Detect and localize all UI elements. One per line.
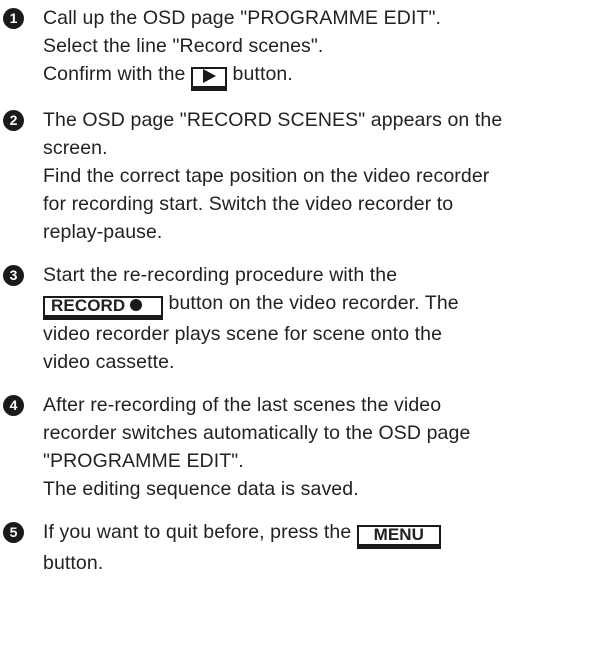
menu-button-symbol: MENU <box>356 525 441 549</box>
instruction-page: 1 Call up the OSD page "PROGRAMME EDIT".… <box>0 0 604 653</box>
step-text-line: button. <box>43 552 104 574</box>
step-text-segment: button on the video recorder. The <box>168 292 459 314</box>
step-text-line: replay-pause. <box>43 221 163 243</box>
step-text-line: Select the line "Record scenes". <box>43 35 324 57</box>
step-5: 5 If you want to quit before, press the … <box>0 518 604 577</box>
step-text-line: Find the correct tape position on the vi… <box>43 165 490 187</box>
step-text-segment: button. <box>232 63 293 85</box>
step-text-line: RECORD button on the video recorder. The <box>43 289 596 320</box>
record-button-symbol: RECORD <box>43 296 163 320</box>
step-text-line: The editing sequence data is saved. <box>43 478 359 500</box>
step-text-segment: Confirm with the <box>43 63 191 85</box>
step-text-line: recorder switches automatically to the O… <box>43 422 471 444</box>
step-text-line: Confirm with the button. <box>43 60 596 91</box>
step-1: 1 Call up the OSD page "PROGRAMME EDIT".… <box>0 4 604 91</box>
step-text-line: After re-recording of the last scenes th… <box>43 394 442 416</box>
step-text-line: video recorder plays scene for scene ont… <box>43 323 443 345</box>
record-dot-icon <box>130 299 143 311</box>
step-3: 3 Start the re-recording procedure with … <box>0 261 604 376</box>
step-number-badge: 2 <box>3 110 24 131</box>
step-text-line: "PROGRAMME EDIT". <box>43 450 244 472</box>
step-number-badge: 3 <box>3 265 24 286</box>
record-button-label: RECORD <box>51 296 126 315</box>
play-button-symbol <box>191 67 227 91</box>
step-text-segment: If you want to quit before, press the <box>43 521 357 543</box>
play-triangle-icon <box>202 69 216 83</box>
step-number-badge: 5 <box>3 522 24 543</box>
step-text-line: Call up the OSD page "PROGRAMME EDIT". <box>43 7 442 29</box>
step-4: 4 After re-recording of the last scenes … <box>0 391 604 503</box>
step-number-badge: 4 <box>3 395 24 416</box>
menu-button-label: MENU <box>373 525 425 544</box>
step-text-line: Start the re-recording procedure with th… <box>43 264 398 286</box>
step-text-line: The OSD page "RECORD SCENES" appears on … <box>43 109 503 131</box>
step-2: 2 The OSD page "RECORD SCENES" appears o… <box>0 106 604 246</box>
step-text-line: video cassette. <box>43 351 175 373</box>
step-number-badge: 1 <box>3 8 24 29</box>
step-text-line: for recording start. Switch the video re… <box>43 193 454 215</box>
step-text-line: screen. <box>43 137 108 159</box>
step-text-line: If you want to quit before, press the ME… <box>43 518 596 549</box>
